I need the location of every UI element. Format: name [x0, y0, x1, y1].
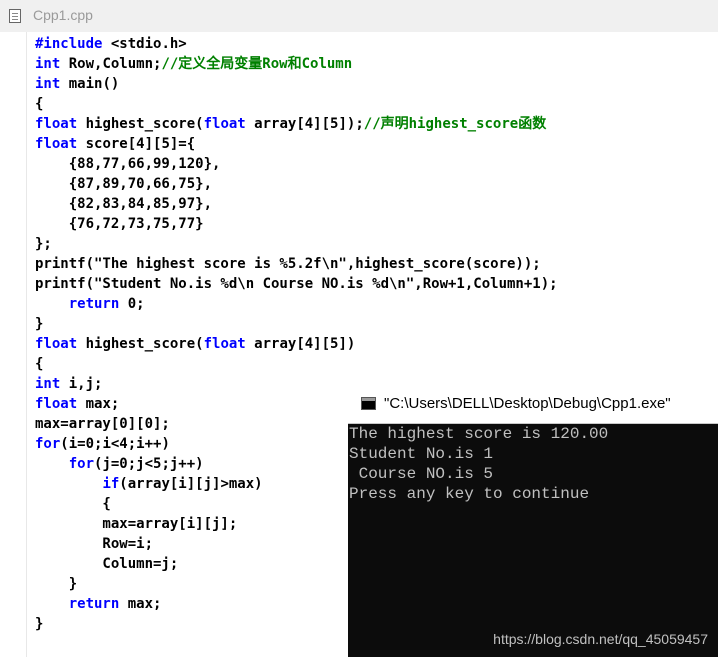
code-line[interactable]: };: [35, 234, 558, 254]
code-line[interactable]: {76,72,73,75,77}: [35, 214, 558, 234]
console-title-bar[interactable]: "C:\Users\DELL\Desktop\Debug\Cpp1.exe": [348, 385, 718, 424]
code-token: highest_score(: [77, 116, 204, 132]
code-token: Row,Column;: [60, 56, 162, 72]
code-token: {: [35, 356, 44, 372]
code-keyword: int: [35, 56, 61, 72]
code-keyword: float: [203, 116, 246, 132]
code-token: main(): [60, 76, 120, 92]
code-token: max=array[i][j];: [35, 516, 238, 532]
code-token: Row=i;: [35, 536, 154, 552]
console-output-line: Student No.is 1: [349, 445, 494, 463]
code-line[interactable]: float highest_score(float array[4][5]): [35, 334, 558, 354]
code-token: (array[i][j]>max): [119, 476, 263, 492]
code-keyword: float: [35, 336, 78, 352]
code-keyword: return: [68, 596, 120, 612]
code-line[interactable]: {82,83,84,85,97},: [35, 194, 558, 214]
code-token: (j=0;j<5;j++): [94, 456, 204, 472]
code-token: printf("The highest score is %5.2f\n",hi…: [35, 256, 541, 272]
code-keyword: float: [35, 136, 78, 152]
code-token: <stdio.h>: [102, 36, 187, 52]
code-line[interactable]: float highest_score(float array[4][5]);/…: [35, 114, 558, 134]
code-line[interactable]: {88,77,66,99,120},: [35, 154, 558, 174]
code-token: highest_score(: [77, 336, 204, 352]
code-token: Column=j;: [35, 556, 179, 572]
code-token: }: [35, 576, 78, 592]
code-token: 0;: [119, 296, 145, 312]
code-token: i,j;: [60, 376, 103, 392]
code-line[interactable]: printf("The highest score is %5.2f\n",hi…: [35, 254, 558, 274]
code-keyword: for: [68, 456, 95, 472]
code-token: array[4][5]);: [245, 116, 364, 132]
code-token: max;: [119, 596, 162, 612]
code-token: max=array[0][0];: [35, 416, 170, 432]
editor-tab-title[interactable]: Cpp1.cpp: [33, 7, 93, 23]
code-comment: //声明highest_score函数: [363, 116, 547, 132]
editor-gutter: [0, 32, 27, 657]
code-keyword: int: [35, 376, 61, 392]
code-line[interactable]: {87,89,70,66,75},: [35, 174, 558, 194]
code-token: {: [35, 96, 44, 112]
console-output-line: Press any key to continue: [349, 485, 590, 503]
code-line[interactable]: return 0;: [35, 294, 558, 314]
code-token: {82,83,84,85,97},: [35, 196, 213, 212]
code-keyword: float: [203, 336, 246, 352]
code-keyword: int: [35, 76, 61, 92]
editor-tab-bar: Cpp1.cpp: [0, 0, 718, 33]
code-line[interactable]: int Row,Column;//定义全局变量Row和Column: [35, 54, 558, 74]
code-keyword: #include: [35, 36, 103, 52]
code-line[interactable]: }: [35, 314, 558, 334]
code-line[interactable]: {: [35, 94, 558, 114]
console-window[interactable]: "C:\Users\DELL\Desktop\Debug\Cpp1.exe" T…: [348, 385, 718, 657]
code-token: {88,77,66,99,120},: [35, 156, 221, 172]
console-title: "C:\Users\DELL\Desktop\Debug\Cpp1.exe": [384, 395, 671, 412]
code-token: {87,89,70,66,75},: [35, 176, 213, 192]
code-token: printf("Student No.is %d\n Course NO.is …: [35, 276, 558, 292]
code-token: {76,72,73,75,77}: [35, 216, 204, 232]
code-token: max;: [77, 396, 120, 412]
code-line[interactable]: #include <stdio.h>: [35, 34, 558, 54]
console-output-line: Course NO.is 5: [349, 465, 494, 483]
code-token: }: [35, 616, 44, 632]
console-output-line: The highest score is 120.00: [349, 425, 609, 443]
code-keyword: if: [102, 476, 120, 492]
code-keyword: float: [35, 116, 78, 132]
code-line[interactable]: int main(): [35, 74, 558, 94]
document-icon: [9, 9, 21, 23]
code-token: }: [35, 316, 44, 332]
code-line[interactable]: {: [35, 354, 558, 374]
code-token: {: [35, 496, 111, 512]
code-keyword: return: [68, 296, 120, 312]
code-token: (i=0;i<4;i++): [60, 436, 170, 452]
code-token: };: [35, 236, 52, 252]
code-token: score[4][5]={: [77, 136, 196, 152]
code-keyword: for: [35, 436, 61, 452]
console-window-icon: [361, 397, 376, 410]
watermark-text: https://blog.csdn.net/qq_45059457: [493, 631, 708, 647]
code-line[interactable]: printf("Student No.is %d\n Course NO.is …: [35, 274, 558, 294]
code-comment: //定义全局变量Row和Column: [161, 56, 353, 72]
code-line[interactable]: float score[4][5]={: [35, 134, 558, 154]
console-output: The highest score is 120.00 Student No.is…: [349, 424, 608, 504]
code-token: array[4][5]): [245, 336, 356, 352]
code-keyword: float: [35, 396, 78, 412]
